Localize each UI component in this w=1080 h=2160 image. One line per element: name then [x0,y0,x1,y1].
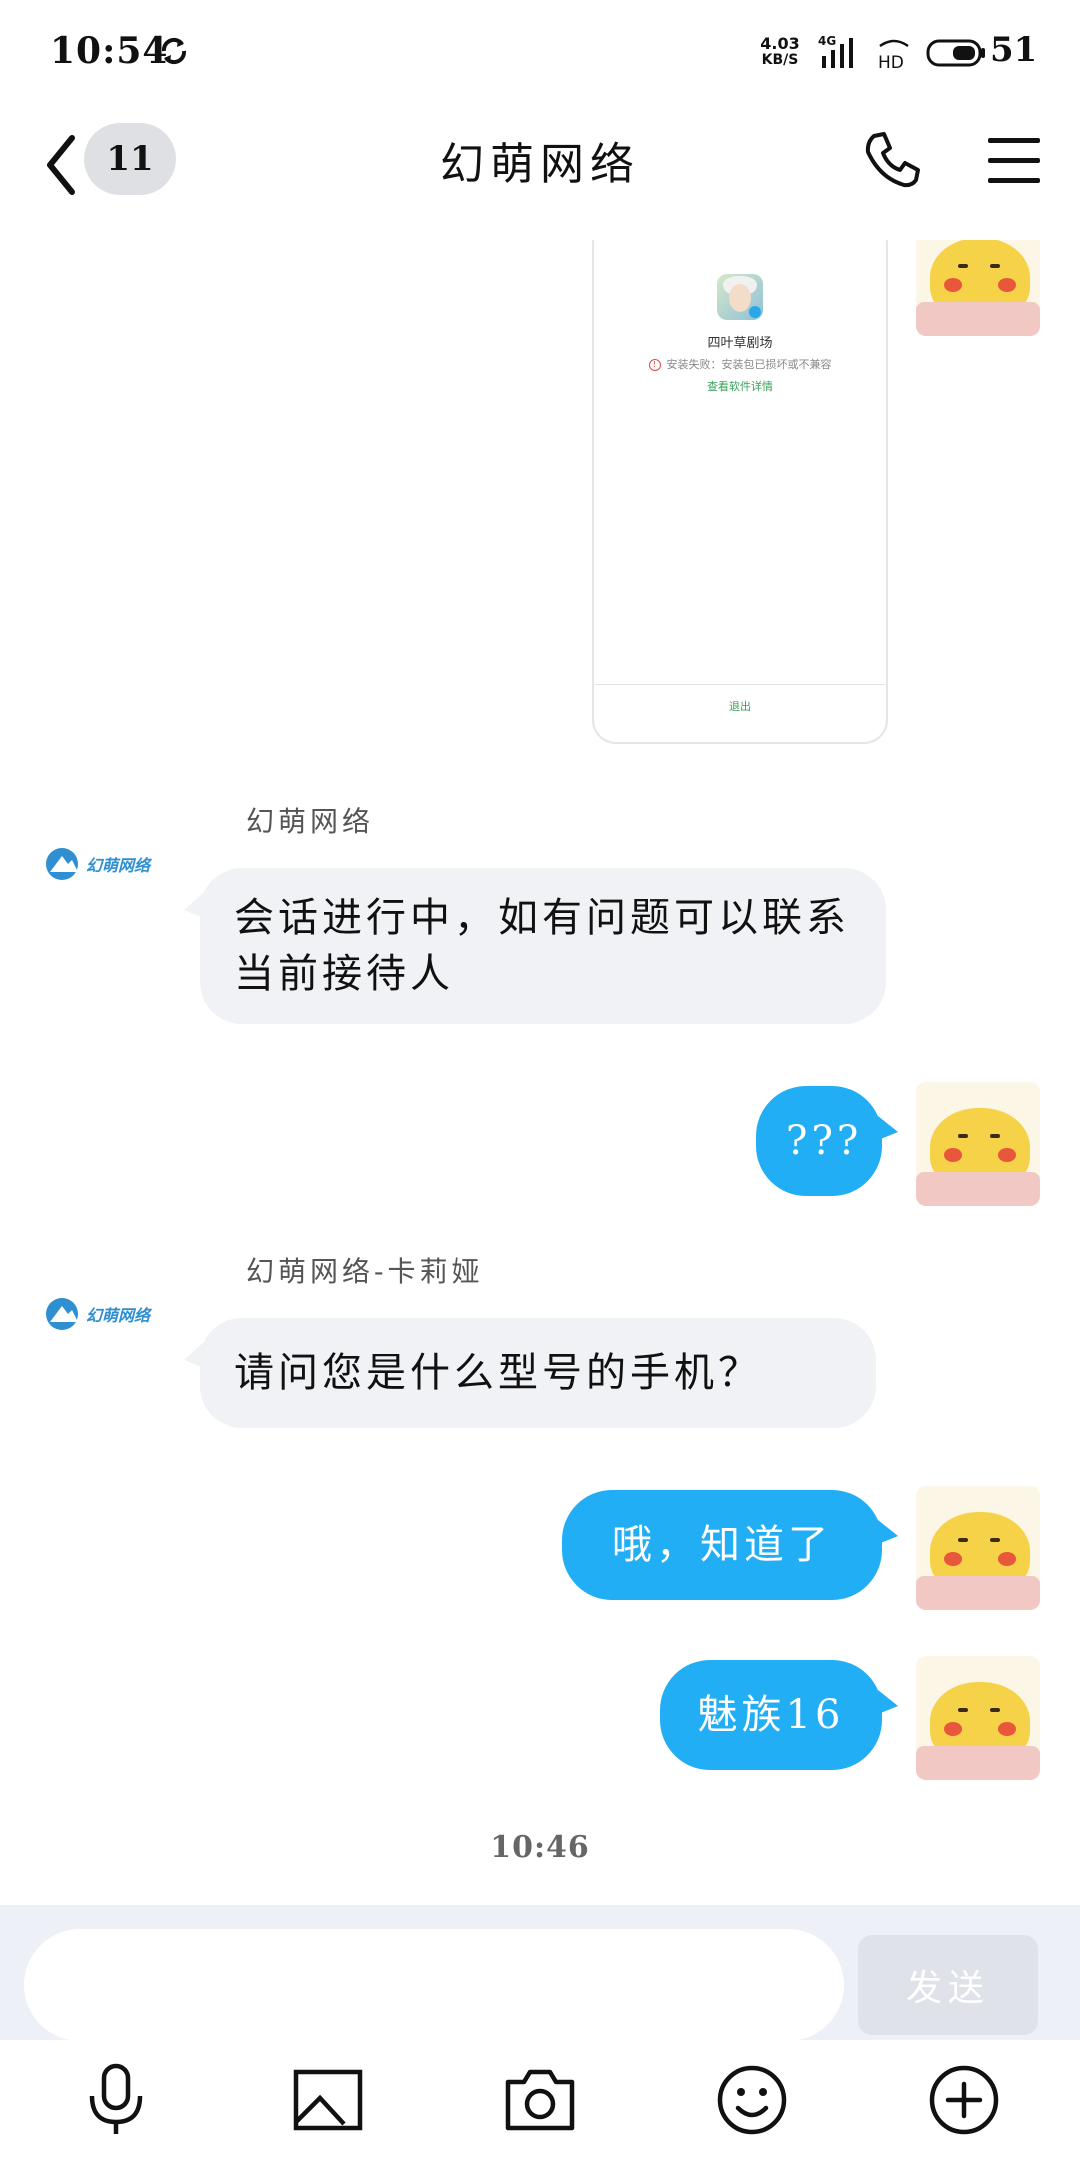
net-speed-value: 4.03 [760,34,800,53]
screenshot-image-message[interactable]: 四叶草剧场 ! 安装失败：安装包已损坏或不兼容 查看软件详情 退出 [592,240,888,744]
chat-area[interactable]: 四叶草剧场 ! 安装失败：安装包已损坏或不兼容 查看软件详情 退出 幻萌网络 幻萌… [0,240,1080,1905]
sync-icon [161,37,187,65]
message-timestamp: 10:46 [490,1830,590,1865]
app-icon [717,274,763,320]
sender-name: 幻萌网络 [246,805,375,838]
screenshot-exit-label: 退出 [729,700,751,713]
message-text: ??? [786,1118,863,1164]
emoji-icon[interactable] [714,2062,790,2138]
hd-icon: HD [878,39,909,72]
camera-icon[interactable] [502,2062,578,2138]
bot-avatar[interactable]: 幻萌网络 [44,846,160,890]
my-avatar[interactable] [916,1486,1040,1610]
net-speed-unit: KB/S [761,52,799,68]
my-avatar[interactable] [916,1082,1040,1206]
warning-icon: ! [648,359,661,371]
screenshot-detail-link: 查看软件详情 [707,380,773,393]
my-avatar[interactable] [916,240,1040,336]
sender-name: 幻萌网络-卡莉娅 [246,1255,484,1288]
message-bubble-outgoing[interactable]: ??? [756,1086,898,1196]
hd-label: HD [878,53,904,72]
screenshot-error: ! 安装失败：安装包已损坏或不兼容 [594,356,886,372]
mic-icon[interactable] [78,2062,154,2138]
bottom-toolbar [0,2040,1080,2160]
message-bubble-outgoing[interactable]: 哦，知道了 [562,1490,898,1600]
status-bar: 10:54 4.03 KB/S 4G HD 51 [0,0,1080,110]
message-text: 哦，知道了 [612,1522,832,1568]
divider [594,684,886,685]
network-type-label: 4G [818,34,836,48]
menu-icon[interactable] [986,134,1042,188]
battery-level: 51 [990,30,1038,70]
message-text: 请问您是什么型号的手机？ [234,1350,762,1396]
page-title: 幻萌网络 [440,139,640,190]
send-button[interactable]: 发送 [858,1935,1038,2035]
screenshot-app-name: 四叶草剧场 [707,336,773,351]
message-bubble-incoming[interactable]: 会话进行中，如有问题可以联系当前接待人 [184,868,886,1024]
back-arrow-icon[interactable] [40,130,80,200]
net-speed: 4.03 KB/S [756,34,804,69]
bot-logo-icon [46,1298,78,1330]
screenshot-error-text: 安装失败：安装包已损坏或不兼容 [666,358,832,371]
bot-logo-icon [46,848,78,880]
bot-logo-text: 幻萌网络 [86,1306,151,1325]
status-time: 10:54 [50,30,169,72]
signal-icon: 4G [818,34,853,68]
message-input[interactable] [24,1929,844,2041]
my-avatar[interactable] [916,1656,1040,1780]
image-icon[interactable] [290,2062,366,2138]
message-text: 会话进行中，如有问题可以联系当前接待人 [234,895,850,997]
chat-header: 11 幻萌网络 [0,110,1080,240]
plus-icon[interactable] [926,2062,1002,2138]
bot-avatar[interactable]: 幻萌网络 [44,1296,160,1340]
unread-count-badge[interactable]: 11 [84,123,176,195]
message-text: 魅族16 [697,1692,845,1738]
input-bar: 发送 [0,1905,1080,2041]
message-bubble-outgoing[interactable]: 魅族16 [660,1660,898,1770]
phone-icon[interactable] [862,130,922,190]
message-bubble-incoming[interactable]: 请问您是什么型号的手机？ [184,1318,876,1428]
bot-logo-text: 幻萌网络 [86,856,151,875]
battery-icon [926,39,985,67]
